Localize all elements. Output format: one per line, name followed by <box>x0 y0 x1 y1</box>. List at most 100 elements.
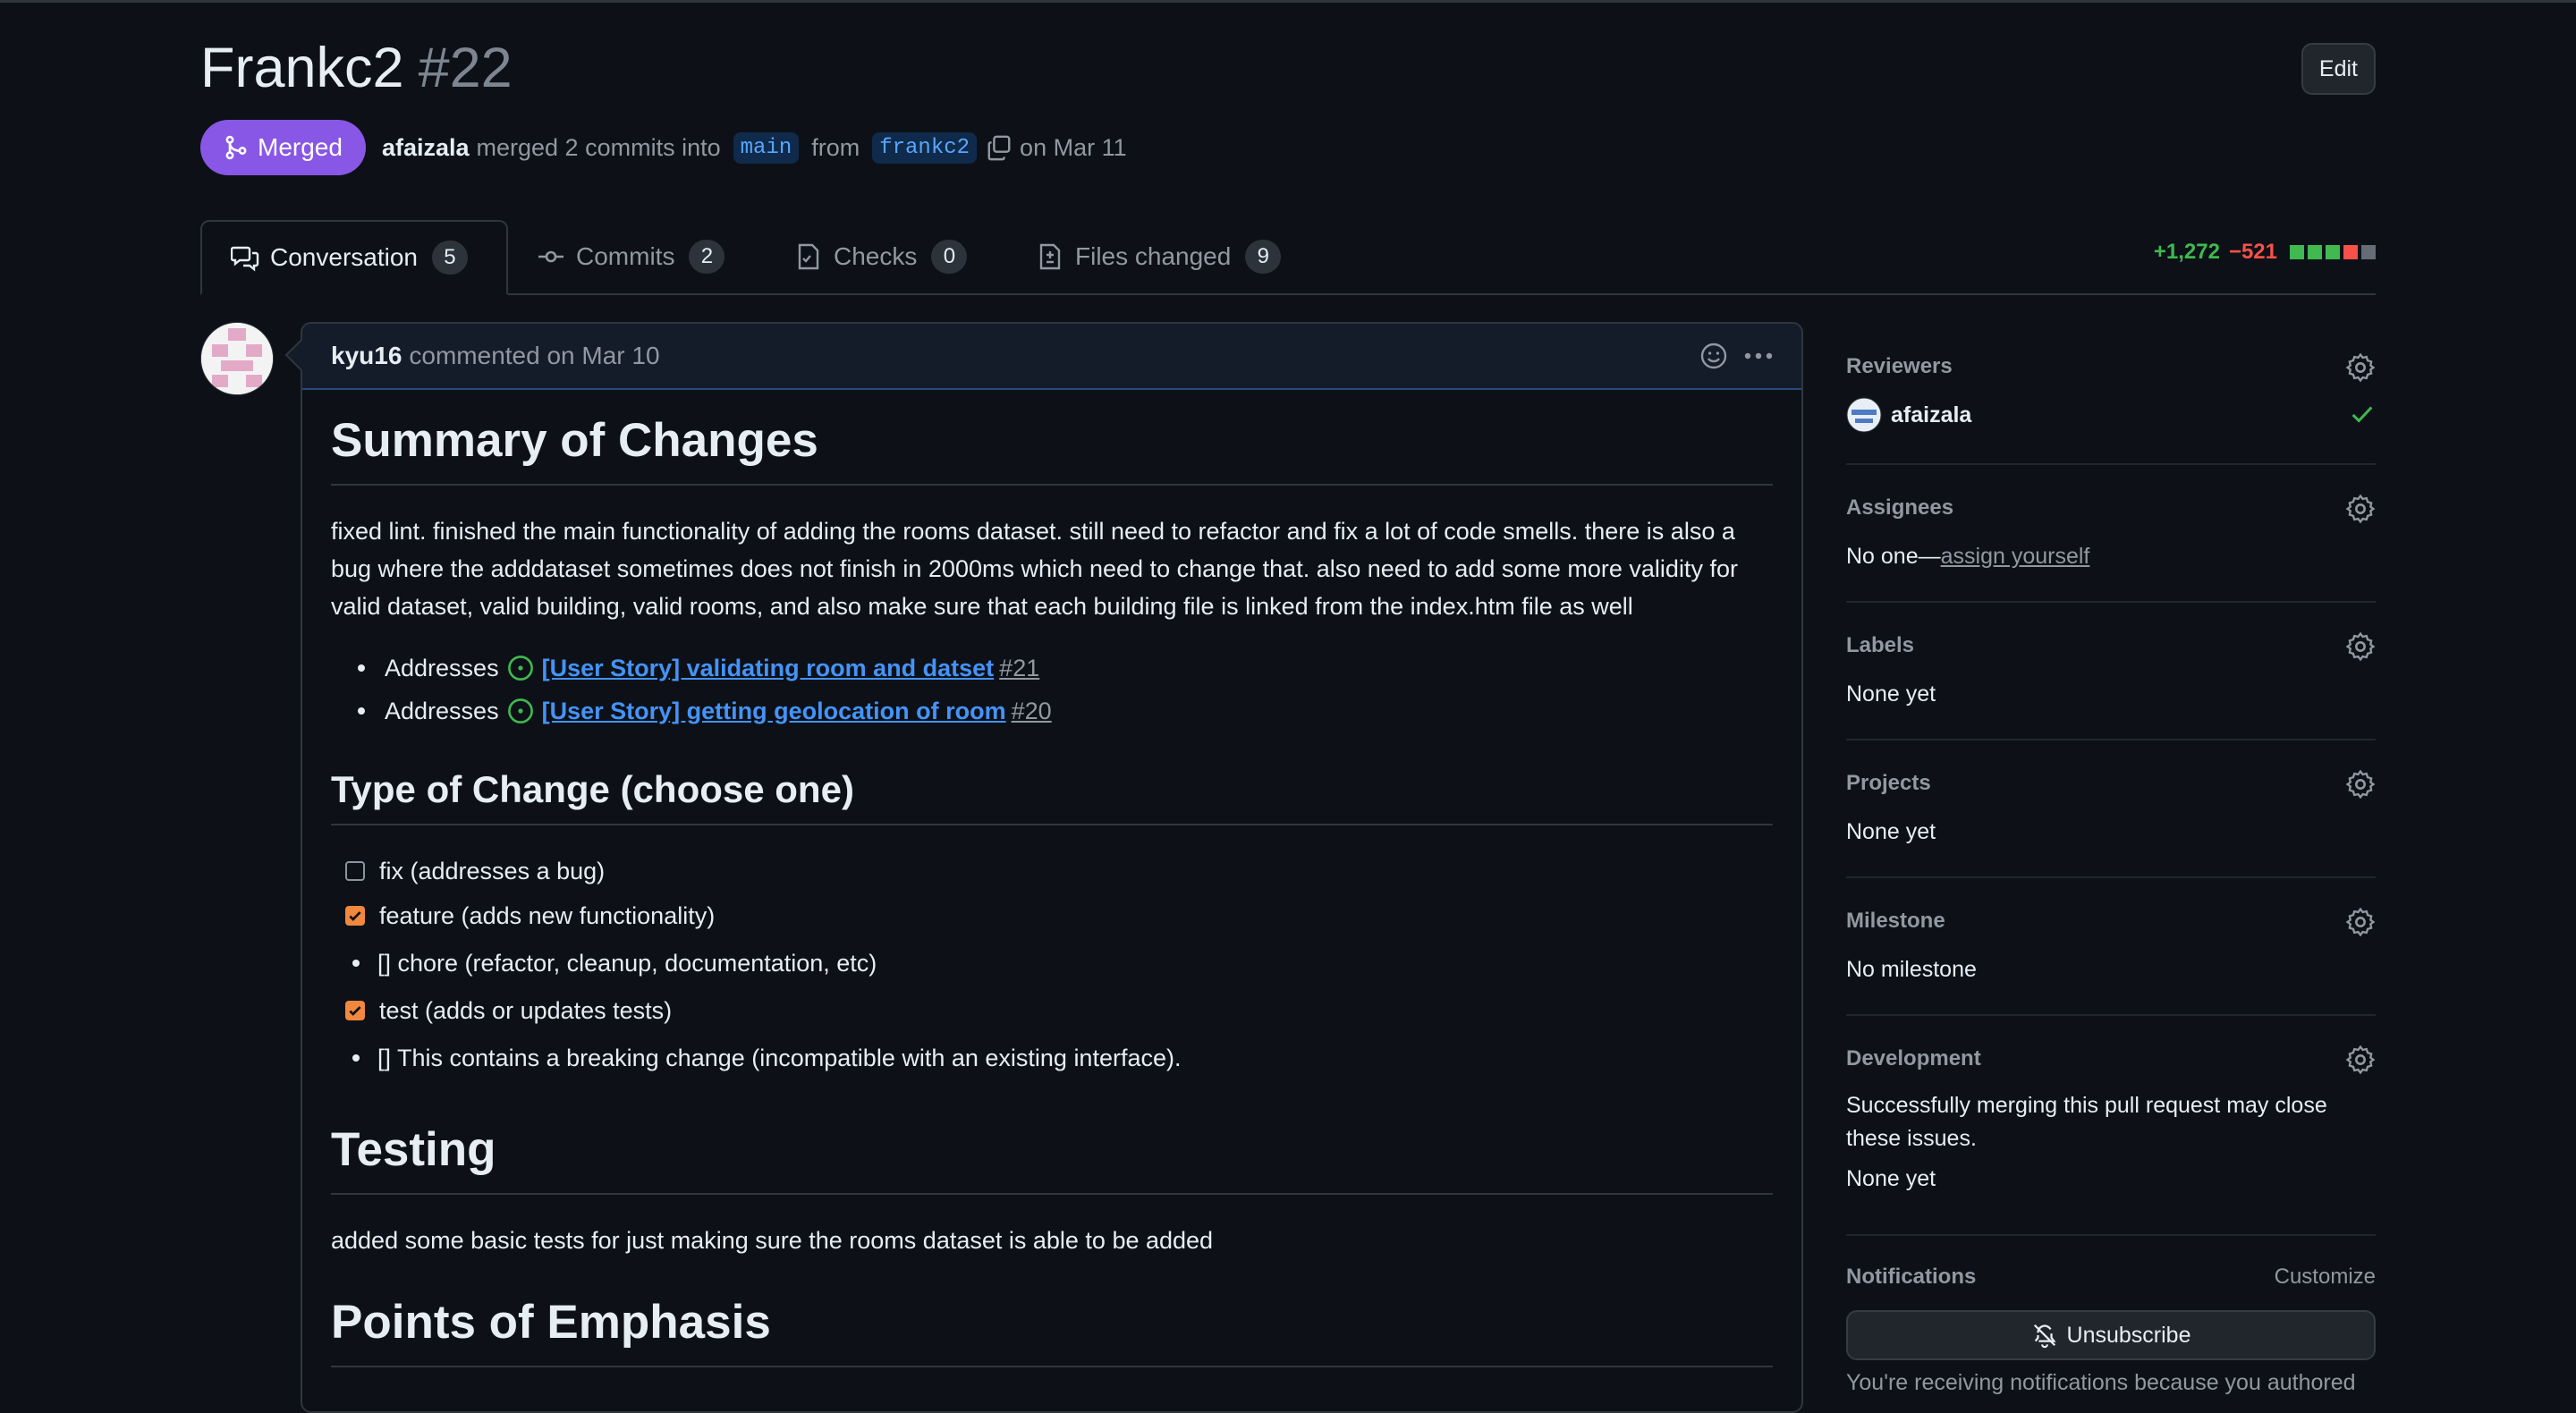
reviewer-row: afaizala <box>1846 397 1971 433</box>
summary-paragraph: fixed lint. finished the main functional… <box>331 518 1738 620</box>
issue-number[interactable]: #20 <box>1012 698 1052 725</box>
heading-type-of-change: Type of Change (choose one) <box>331 768 1773 825</box>
additions-count: +1,272 <box>2153 240 2220 264</box>
edit-button[interactable]: Edit <box>2301 43 2376 95</box>
diffstat: +1,272 −521 <box>2154 240 2376 265</box>
labels-title[interactable]: Labels <box>1846 633 1914 658</box>
tab-count: 2 <box>689 240 725 274</box>
issue-opened-icon <box>506 654 535 682</box>
sidebar-development: Development Successfully merging this pu… <box>1846 1014 2376 1236</box>
copy-icon[interactable] <box>986 134 1013 161</box>
sidebar-reviewers: Reviewers afaizala <box>1846 322 2376 465</box>
tab-checks[interactable]: Checks 0 <box>794 220 968 293</box>
task-checkbox[interactable] <box>345 861 365 881</box>
list-item: Addresses [User Story] validating room a… <box>331 647 1773 690</box>
gear-icon[interactable] <box>2345 907 2376 942</box>
reviewer-avatar[interactable] <box>1846 397 1882 433</box>
tab-count: 5 <box>431 241 468 275</box>
task-item: test (adds or updates tests) <box>331 988 1773 1033</box>
list-bullet <box>358 664 365 672</box>
tab-conversation[interactable]: Conversation 5 <box>200 220 508 295</box>
merge-date: on Mar 11 <box>1020 133 1127 161</box>
merged-state-badge: Merged <box>200 120 366 175</box>
check-icon <box>349 911 361 921</box>
heading-points-of-emphasis: Points of Emphasis <box>331 1295 1773 1367</box>
commenter-avatar[interactable] <box>200 322 274 395</box>
heading-testing: Testing <box>331 1122 1773 1195</box>
file-diff-icon <box>1036 242 1064 271</box>
notifications-title: Notifications <box>1846 1265 1977 1289</box>
sidebar-milestone: Milestone No milestone <box>1846 876 2376 1016</box>
gear-icon[interactable] <box>2345 769 2376 804</box>
task-label: feature (adds new functionality) <box>379 901 716 929</box>
issue-link[interactable]: [User Story] validating room and datset <box>542 655 995 682</box>
addresses-prefix: Addresses <box>385 654 499 681</box>
gear-icon[interactable] <box>2345 352 2376 387</box>
gear-icon[interactable] <box>2345 494 2376 529</box>
list-bullet <box>352 1054 360 1062</box>
sidebar-labels: Labels None yet <box>1846 601 2376 740</box>
milestone-title[interactable]: Milestone <box>1846 909 1945 934</box>
tab-label: Commits <box>576 242 675 270</box>
task-label: fix (addresses a bug) <box>379 857 606 884</box>
unsubscribe-button[interactable]: Unsubscribe <box>1846 1310 2376 1360</box>
task-checkbox[interactable] <box>345 906 365 926</box>
tab-files-changed[interactable]: Files changed 9 <box>1036 220 1282 293</box>
list-bullet <box>352 960 360 967</box>
development-description: Successfully merging this pull request m… <box>1846 1093 2327 1151</box>
merge-author-link[interactable]: afaizala <box>382 134 470 162</box>
reviewer-name[interactable]: afaizala <box>1891 402 1971 428</box>
tab-label: Files changed <box>1075 242 1232 270</box>
tab-commits[interactable]: Commits 2 <box>537 220 725 293</box>
type-of-change-list: fix (addresses a bug) feature (adds new … <box>331 849 1773 1083</box>
pr-title: Frankc2 <box>200 37 404 99</box>
pr-title-row: Frankc2 #22 <box>200 36 513 107</box>
list-item: [] This contains a breaking change (inco… <box>331 1033 1773 1083</box>
merged-label: Merged <box>258 133 343 161</box>
base-branch[interactable]: main <box>733 131 800 164</box>
task-item: fix (addresses a bug) <box>331 849 1773 893</box>
tab-label: Conversation <box>270 243 418 271</box>
comment-meta[interactable]: commented on Mar 10 <box>409 342 659 370</box>
pr-meta: Merged afaizala merged 2 commits into ma… <box>200 120 1127 175</box>
tab-count: 0 <box>931 240 968 274</box>
task-item: feature (adds new functionality) <box>331 893 1773 938</box>
milestone-value: No milestone <box>1846 957 1977 982</box>
development-value: None yet <box>1846 1166 1936 1191</box>
smiley-icon[interactable] <box>1699 342 1728 370</box>
kebab-horizontal-icon[interactable] <box>1742 342 1775 370</box>
comment-header: kyu16 commented on Mar 10 <box>302 324 1801 390</box>
addresses-list: Addresses [User Story] validating room a… <box>331 647 1773 732</box>
reviewers-title[interactable]: Reviewers <box>1846 354 1953 379</box>
checklist-icon <box>794 242 823 271</box>
development-title[interactable]: Development <box>1846 1046 1981 1071</box>
testing-paragraph: added some basic tests for just making s… <box>331 1227 1214 1254</box>
pr-tabs: Conversation 5 Commits 2 Checks 0 Files … <box>200 220 2376 295</box>
gear-icon[interactable] <box>2345 631 2376 666</box>
comment-actions <box>1699 342 1775 370</box>
deletions-count: −521 <box>2228 240 2277 264</box>
bell-slash-icon <box>2033 1324 2056 1349</box>
unsubscribe-label: Unsubscribe <box>2066 1322 2191 1348</box>
git-commit-icon <box>537 242 565 271</box>
diffstat-block <box>2343 245 2358 259</box>
head-branch[interactable]: frankc2 <box>872 131 978 164</box>
comment-author-link[interactable]: kyu16 <box>331 342 402 370</box>
diffstat-block <box>2361 245 2376 259</box>
issue-number[interactable]: #21 <box>999 655 1039 682</box>
task-label: test (adds or updates tests) <box>379 996 673 1024</box>
assignees-title[interactable]: Assignees <box>1846 495 1953 520</box>
projects-value: None yet <box>1846 819 1936 844</box>
projects-title[interactable]: Projects <box>1846 771 1931 796</box>
tab-count: 9 <box>1245 240 1282 274</box>
merge-text: merged 2 commits into <box>476 133 721 161</box>
customize-link[interactable]: Customize <box>2275 1265 2376 1290</box>
assign-yourself-link[interactable]: assign yourself <box>1941 544 2090 569</box>
task-checkbox[interactable] <box>345 1001 365 1020</box>
gear-icon[interactable] <box>2345 1045 2376 1079</box>
issue-opened-icon <box>506 697 535 725</box>
issue-link[interactable]: [User Story] getting geolocation of room <box>542 698 1006 725</box>
assignees-none: No one— <box>1846 544 1941 569</box>
pull-request-page: Frankc2 #22 Edit Merged afaizala merged … <box>200 0 2376 1413</box>
list-text: [] This contains a breaking change (inco… <box>377 1044 1182 1071</box>
